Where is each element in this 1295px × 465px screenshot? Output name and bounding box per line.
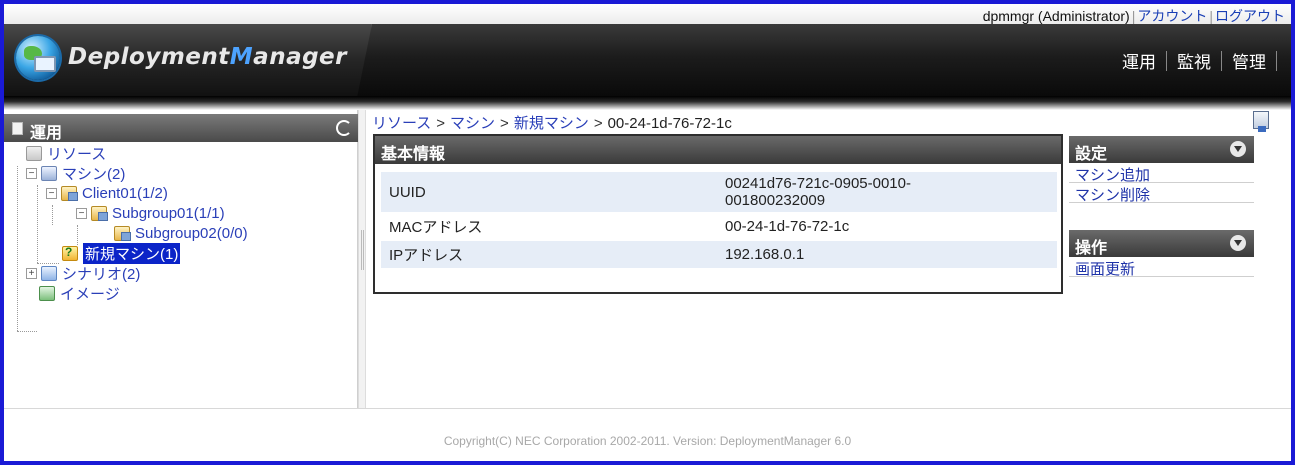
machine-icon <box>41 166 57 181</box>
tree-label-subgroup01[interactable]: Subgroup01(1/1) <box>112 205 225 222</box>
logo-text: DeploymentManager <box>68 44 347 70</box>
footer: Copyright(C) NEC Corporation 2002-2011. … <box>4 408 1291 461</box>
nav-management[interactable]: 管理 <box>1222 48 1276 73</box>
collapse-icon[interactable] <box>1230 235 1246 251</box>
user-name: dpmmgr (Administrator) <box>982 8 1130 24</box>
collapse-toggle[interactable]: − <box>26 168 37 179</box>
breadcrumb-machine[interactable]: マシン <box>450 115 495 132</box>
table-row: UUID 00241d76-721c-0905-0010- 00180023200… <box>381 172 1057 213</box>
settings-header: 設定 <box>1069 136 1254 163</box>
tree-label-subgroup02[interactable]: Subgroup02(0/0) <box>135 225 248 242</box>
collapse-icon[interactable] <box>1230 141 1246 157</box>
breadcrumb: リソース > マシン > 新規マシン >00-24-1d-76-72-1c <box>372 115 732 132</box>
tree-item-subgroup02[interactable]: Subgroup02(0/0) <box>114 224 248 243</box>
basic-info-title: 基本情報 <box>375 136 1061 164</box>
user-info: dpmmgr (Administrator) | アカウント | ログアウト <box>982 8 1285 24</box>
mac-value: 00-24-1d-76-72-1c <box>725 218 850 235</box>
ip-value: 192.168.0.1 <box>725 246 805 263</box>
app-header: DeploymentManager 運用 監視 管理 <box>4 24 1291 96</box>
settings-title: 設定 <box>1075 146 1108 163</box>
main-nav: 運用 監視 管理 <box>1112 48 1277 73</box>
user-bar: dpmmgr (Administrator) | アカウント | ログアウト <box>4 4 1291 24</box>
tree-label-scenario[interactable]: シナリオ(2) <box>62 263 140 284</box>
logo: DeploymentManager <box>4 24 372 96</box>
sidebar: 運用 リソース − マシン(2) − Client01(1/2) − Subgr… <box>4 110 358 408</box>
resource-icon <box>26 146 42 161</box>
delete-machine-link[interactable]: マシン削除 <box>1069 183 1254 204</box>
sidebar-header: 運用 <box>4 114 358 142</box>
ip-label: IPアドレス <box>389 247 464 264</box>
tree-label-new-machine[interactable]: 新規マシン(1) <box>83 243 181 264</box>
scenario-icon <box>41 266 57 281</box>
account-link[interactable]: アカウント <box>1137 8 1207 24</box>
basic-info-panel: 基本情報 UUID 00241d76-721c-0905-0010- 001800… <box>373 134 1063 294</box>
image-icon <box>39 286 55 301</box>
header-stripe <box>4 96 1291 110</box>
tree-item-resource[interactable]: リソース <box>26 144 106 163</box>
pane-splitter[interactable] <box>358 110 366 408</box>
globe-icon <box>16 36 60 80</box>
group-icon <box>61 186 78 201</box>
settings-panel: 設定 マシン追加 マシン削除 <box>1069 136 1254 204</box>
copyright-text: Copyright(C) NEC Corporation 2002-2011. … <box>443 434 852 448</box>
breadcrumb-resource[interactable]: リソース <box>372 115 431 132</box>
nav-monitor[interactable]: 監視 <box>1167 48 1221 73</box>
mac-label: MACアドレス <box>389 219 483 236</box>
tree-label-machine[interactable]: マシン(2) <box>62 163 125 184</box>
uuid-value: 00241d76-721c-0905-0010- 001800232009 <box>725 175 911 209</box>
collapse-toggle[interactable]: − <box>76 208 87 219</box>
basic-info-table: UUID 00241d76-721c-0905-0010- 00180023200… <box>381 172 1057 269</box>
tree-item-client01[interactable]: − Client01(1/2) <box>46 184 168 203</box>
export-icon[interactable] <box>1253 111 1269 132</box>
tree-item-image[interactable]: イメージ <box>39 284 120 303</box>
tree-item-scenario[interactable]: + シナリオ(2) <box>26 264 140 283</box>
sidebar-title: 運用 <box>30 125 63 142</box>
group-icon <box>114 226 131 241</box>
breadcrumb-current: 00-24-1d-76-72-1c <box>607 115 732 132</box>
table-row: MACアドレス 00-24-1d-76-72-1c <box>381 213 1057 241</box>
breadcrumb-new-machine[interactable]: 新規マシン <box>514 115 589 132</box>
add-machine-link[interactable]: マシン追加 <box>1069 163 1254 184</box>
uuid-label: UUID <box>389 183 426 201</box>
tree-label-client01[interactable]: Client01(1/2) <box>82 185 168 202</box>
operations-panel: 操作 画面更新 <box>1069 230 1254 278</box>
tree-item-subgroup01[interactable]: − Subgroup01(1/1) <box>76 204 225 223</box>
operations-title: 操作 <box>1075 240 1108 257</box>
group-icon <box>91 206 108 221</box>
logout-link[interactable]: ログアウト <box>1215 8 1285 24</box>
refresh-icon[interactable] <box>336 120 352 136</box>
collapse-toggle[interactable]: − <box>46 188 57 199</box>
new-machine-icon <box>62 245 78 261</box>
document-icon <box>12 122 23 135</box>
tree-label-image[interactable]: イメージ <box>60 283 120 304</box>
nav-operation[interactable]: 運用 <box>1112 48 1166 73</box>
refresh-screen-link[interactable]: 画面更新 <box>1069 257 1254 278</box>
tree-item-machine[interactable]: − マシン(2) <box>26 164 125 183</box>
tree-label-resource[interactable]: リソース <box>47 143 106 164</box>
expand-toggle[interactable]: + <box>26 268 37 279</box>
table-row: IPアドレス 192.168.0.1 <box>381 240 1057 269</box>
operations-header: 操作 <box>1069 230 1254 257</box>
tree-item-new-machine[interactable]: 新規マシン(1) <box>62 243 181 264</box>
